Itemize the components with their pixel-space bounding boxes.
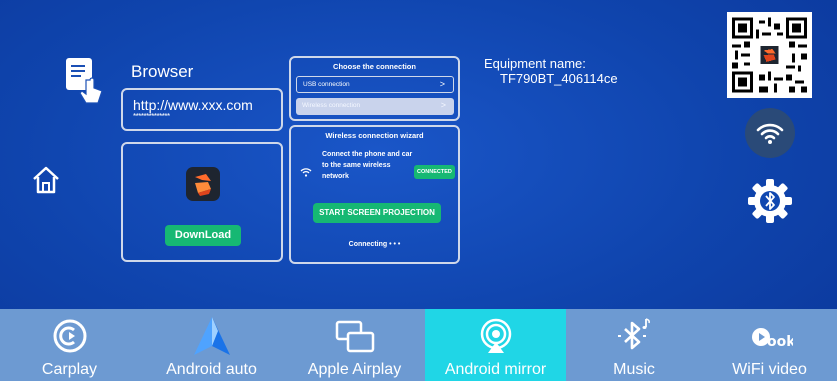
nav-item-android-auto[interactable]: Android auto <box>139 309 284 381</box>
wireless-wizard-panel: Wireless connection wizard Connect the p… <box>289 125 460 264</box>
choose-connection-title: Choose the connection <box>333 62 416 71</box>
bottom-nav: Carplay Android auto Apple Airplay Andro… <box>0 309 837 381</box>
equipment-name-value: TF790BT_406114ce <box>500 71 618 86</box>
nav-label-music: Music <box>613 361 655 378</box>
nav-label-android-auto: Android auto <box>166 361 257 378</box>
choose-connection-panel: Choose the connection USB connection > W… <box>289 56 460 121</box>
download-panel: DownLoad <box>121 142 283 262</box>
app-logo-icon <box>186 167 220 201</box>
nav-label-wifi-video: WiFi video <box>732 361 807 378</box>
usb-connection-label: USB connection <box>303 81 350 88</box>
android-mirror-icon <box>473 315 519 357</box>
browser-title: Browser <box>131 62 194 81</box>
qr-code <box>727 12 812 98</box>
nav-label-apple-airplay: Apple Airplay <box>307 361 402 378</box>
chevron-right-icon: > <box>439 79 445 89</box>
document-touch-icon[interactable] <box>64 56 108 106</box>
svg-text:ook: ook <box>767 334 793 350</box>
wifi-icon <box>300 164 312 177</box>
nav-item-android-mirror[interactable]: Android mirror <box>425 309 566 381</box>
connected-badge: CONNECTED <box>414 165 455 179</box>
url-mask: ************** <box>133 112 170 121</box>
wifi-status-icon[interactable] <box>745 108 795 158</box>
bluetooth-music-icon <box>611 315 657 357</box>
wireless-connection-label: Wireless connection <box>302 102 361 109</box>
nav-label-android-mirror: Android mirror <box>444 361 547 378</box>
connecting-status: Connecting • • • <box>348 241 401 248</box>
nav-item-carplay[interactable]: Carplay <box>0 309 139 381</box>
nav-item-wifi-video[interactable]: ook WiFi video <box>702 309 837 381</box>
download-button[interactable]: DownLoad <box>165 225 241 246</box>
wizard-instruction: Connect the phone and car to the same wi… <box>322 151 413 180</box>
wifi-video-icon: ook <box>747 315 796 357</box>
nav-item-music[interactable]: Music <box>566 309 702 381</box>
android-auto-icon <box>189 315 235 357</box>
bluetooth-settings-icon[interactable] <box>746 177 794 225</box>
home-icon[interactable] <box>30 164 62 196</box>
browser-url: http://www.xxx.com <box>133 97 253 113</box>
airplay-icon <box>332 315 378 357</box>
equipment-name-label: Equipment name: <box>484 56 586 71</box>
start-projection-button[interactable]: START SCREEN PROJECTION <box>313 203 441 223</box>
usb-connection-option[interactable]: USB connection > <box>296 76 454 93</box>
projection-screen: Browser http://www.xxx.com *************… <box>0 0 837 381</box>
carplay-icon <box>47 315 93 357</box>
nav-item-apple-airplay[interactable]: Apple Airplay <box>284 309 425 381</box>
wireless-connection-option[interactable]: Wireless connection > <box>296 98 454 115</box>
nav-label-carplay: Carplay <box>41 361 98 378</box>
url-box[interactable]: http://www.xxx.com ************** <box>121 88 283 131</box>
wizard-title: Wireless connection wizard <box>325 131 424 140</box>
chevron-right-icon: > <box>440 100 446 110</box>
